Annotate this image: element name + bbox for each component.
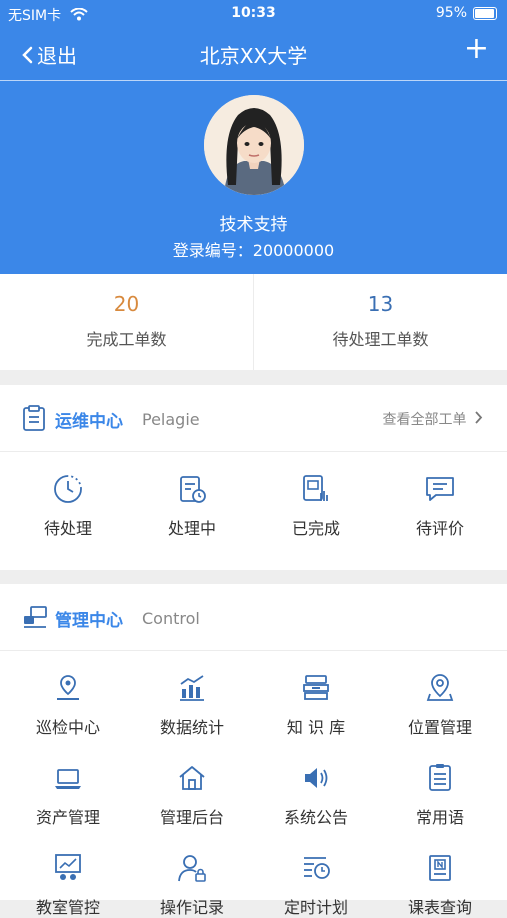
- mgmt-item-label: 操作记录: [159, 898, 224, 917]
- pending-count: 13: [367, 292, 394, 316]
- schedule-icon: [304, 857, 330, 879]
- pending-tickets-stat[interactable]: 13 待处理工单数: [254, 274, 507, 370]
- mgmt-item-label: 定时计划: [283, 898, 348, 917]
- home-icon: [179, 766, 205, 790]
- mgmt-item-label: 教室管控: [35, 898, 100, 917]
- chart-icon: [180, 675, 204, 701]
- ops-item-label: 已完成: [291, 519, 340, 538]
- management-center-panel: 管理中心 Control 巡检中心 数据统计 知 识 库 位置管理 资产管理 管…: [0, 584, 507, 917]
- location-pin-icon: [57, 675, 79, 700]
- status-bar: 无SIM卡 10:33 95%: [0, 0, 507, 28]
- clipboard-icon: [22, 405, 46, 435]
- ops-item-label: 处理中: [167, 519, 216, 538]
- ops-item-processing[interactable]: 处理中: [129, 473, 255, 539]
- mgmt-item-label: 巡检中心: [35, 718, 100, 737]
- ticket-stats: 20 完成工单数 13 待处理工单数: [0, 274, 507, 370]
- mgmt-item-knowledge-base[interactable]: 知 识 库: [253, 672, 379, 738]
- mgmt-item-assets[interactable]: 资产管理: [5, 762, 131, 828]
- ops-center-title: 运维中心: [55, 412, 123, 432]
- completed-count: 20: [113, 292, 140, 316]
- mgmt-item-inspection[interactable]: 巡检中心: [5, 672, 131, 738]
- mgmt-item-statistics[interactable]: 数据统计: [129, 672, 255, 738]
- classroom-icon: [55, 854, 81, 880]
- mgmt-item-label: 位置管理: [407, 718, 472, 737]
- user-name: 技术支持: [219, 215, 288, 235]
- ops-center-subtitle: Pelagie: [142, 410, 200, 429]
- mgmt-item-operation-log[interactable]: 操作记录: [129, 852, 255, 918]
- navigation-bar: 退出 北京XX大学 +: [0, 28, 507, 78]
- speaker-icon: [305, 768, 328, 788]
- ops-item-completed[interactable]: 已完成: [253, 473, 379, 539]
- mgmt-item-admin[interactable]: 管理后台: [129, 762, 255, 828]
- nav-divider: [0, 80, 507, 81]
- notebook-icon: [429, 855, 451, 881]
- mgmt-item-label: 课表查询: [407, 898, 472, 917]
- mgmt-item-label: 知 识 库: [286, 718, 346, 737]
- battery-percent: 95%: [435, 5, 467, 21]
- completed-label: 完成工单数: [86, 330, 167, 349]
- ops-center-header: 运维中心 Pelagie 查看全部工单: [0, 385, 507, 452]
- completed-tickets-stat[interactable]: 20 完成工单数: [0, 274, 253, 370]
- chevron-right-icon: [475, 411, 483, 424]
- ops-item-pending[interactable]: 待处理: [5, 473, 131, 539]
- list-icon: [429, 764, 451, 791]
- ops-item-label: 待评价: [415, 519, 464, 538]
- avatar[interactable]: [204, 95, 304, 195]
- ops-item-to-review[interactable]: 待评价: [377, 473, 503, 539]
- laptop-icon: [55, 769, 81, 789]
- mgmt-item-label: 资产管理: [35, 808, 100, 827]
- map-pin-icon: [426, 674, 454, 701]
- management-center-header: 管理中心 Control: [0, 584, 507, 651]
- clock-icon: [54, 475, 82, 503]
- processing-icon: [180, 476, 206, 503]
- battery-icon: [473, 7, 497, 20]
- comment-icon: [426, 477, 454, 501]
- mgmt-item-classroom[interactable]: 教室管控: [5, 852, 131, 918]
- mgmt-item-common-phrases[interactable]: 常用语: [377, 762, 503, 828]
- management-center-subtitle: Control: [142, 609, 200, 628]
- user-lock-icon: [178, 855, 206, 882]
- mgmt-item-label: 数据统计: [159, 718, 224, 737]
- mgmt-item-location[interactable]: 位置管理: [377, 672, 503, 738]
- management-icon: [22, 604, 48, 634]
- avatar-image: [204, 95, 304, 195]
- books-icon: [303, 675, 329, 700]
- view-all-label: 查看全部工单: [382, 412, 467, 428]
- mgmt-item-announcement[interactable]: 系统公告: [253, 762, 379, 828]
- add-button[interactable]: +: [464, 34, 489, 64]
- ops-item-label: 待处理: [43, 519, 92, 538]
- mgmt-item-schedule[interactable]: 定时计划: [253, 852, 379, 918]
- pending-label: 待处理工单数: [332, 330, 429, 349]
- page-title: 北京XX大学: [199, 44, 308, 68]
- mgmt-item-label: 系统公告: [283, 808, 348, 827]
- user-id: 登录编号：20000000: [172, 241, 335, 260]
- mgmt-item-label: 管理后台: [159, 808, 224, 827]
- clock-time: 10:33: [231, 5, 276, 21]
- profile-header: 无SIM卡 10:33 95% 退出 北京XX大学 + 技术支持 登录编号：20…: [0, 0, 507, 274]
- management-center-title: 管理中心: [55, 611, 123, 631]
- mgmt-item-label: 常用语: [415, 808, 464, 827]
- ops-center-panel: 运维中心 Pelagie 查看全部工单 待处理 处理中 已完成 待评价: [0, 385, 507, 570]
- mgmt-item-timetable[interactable]: 课表查询: [377, 852, 503, 918]
- view-all-tickets-link[interactable]: 查看全部工单: [383, 409, 483, 429]
- completed-icon: [303, 475, 328, 501]
